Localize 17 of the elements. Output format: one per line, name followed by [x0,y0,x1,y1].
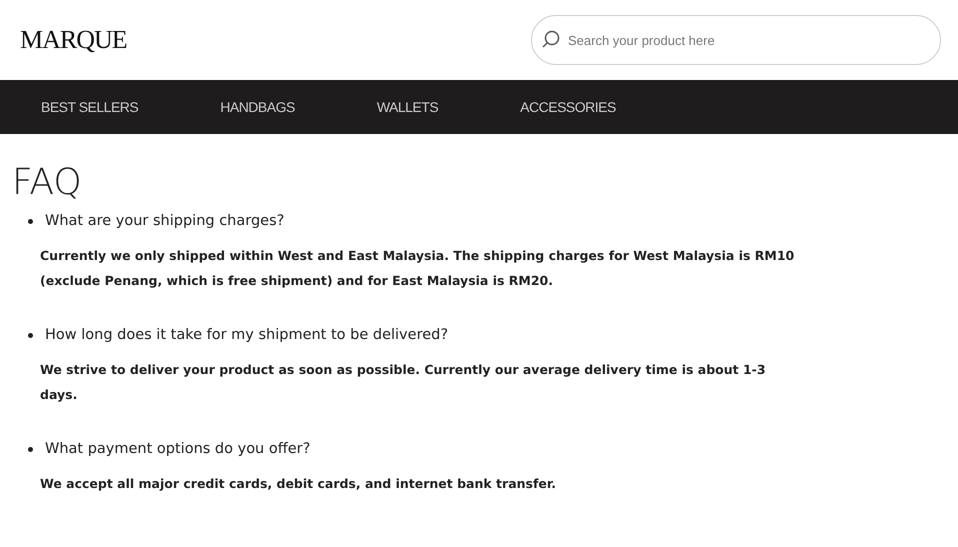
page-title: FAQ [12,162,83,203]
faq-question: What are your shipping charges? [45,213,284,229]
logo[interactable]: MARQUE [20,25,127,55]
nav-link[interactable]: HANDBAGS [220,99,295,115]
search-field[interactable]: Search your product here [531,15,941,65]
faq-question: What payment options do you offer? [45,441,310,457]
bullet-icon [28,446,33,452]
bullet-icon [28,218,33,224]
nav-link[interactable]: ACCESSORIES [520,99,616,115]
faq-answer: Currently we only shipped within West and East Malaysia. The shipping charges for West Malaysia is RM10 (exclude Penang, which is free shipment) and for East Malaysia is RM20. [39,247,796,290]
faq-answer: We strive to deliver your product as soon as possible. Currently our average delivery time is about 1-3 days. [39,361,767,404]
faq-question: How long does it take for my shipment to be delivered? [45,327,448,343]
search-icon [541,30,561,50]
faq-answer: We accept all major credit cards, debit cards, and internet bank transfer. [39,475,558,493]
bullet-icon [28,332,33,338]
nav-link[interactable]: BEST SELLERS [41,99,138,115]
nav-link[interactable]: WALLETS [376,99,438,115]
